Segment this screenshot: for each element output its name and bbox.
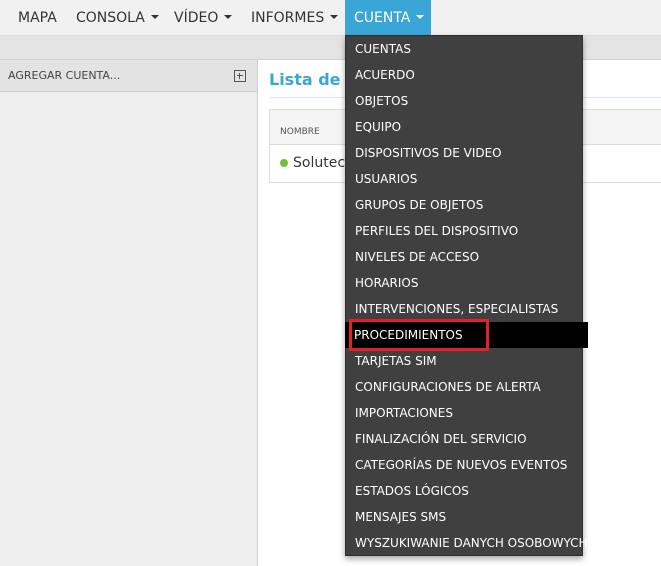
menu-item-niveles-de-acceso[interactable]: NIVELES DE ACCESO <box>346 244 582 270</box>
menu-item-mensajes-sms[interactable]: MENSAJES SMS <box>346 504 582 530</box>
status-dot-icon <box>280 159 288 167</box>
menu-item-estados-logicos[interactable]: ESTADOS LÓGICOS <box>346 478 582 504</box>
nav-item-label: MAPA <box>18 10 57 26</box>
nav-item-cuenta[interactable]: CUENTA <box>345 0 431 36</box>
caret-down-icon <box>224 15 233 19</box>
menu-item-acuerdo[interactable]: ACUERDO <box>346 62 582 88</box>
nav-item-mapa[interactable]: MAPA <box>10 0 65 36</box>
plus-square-icon[interactable] <box>234 70 246 82</box>
menu-item-objetos[interactable]: OBJETOS <box>346 88 582 114</box>
menu-item-wyszukiwanie-danych-osobowych[interactable]: WYSZUKIWANIE DANYCH OSOBOWYCH <box>346 530 588 556</box>
add-account-label[interactable]: AGREGAR CUENTA... <box>8 69 120 82</box>
menu-item-dispositivos-de-video[interactable]: DISPOSITIVOS DE VIDEO <box>346 140 582 166</box>
nav-item-label: INFORMES <box>251 10 325 26</box>
caret-down-icon <box>416 15 425 19</box>
caret-down-icon <box>330 15 339 19</box>
menu-item-configuraciones-de-alerta[interactable]: CONFIGURACIONES DE ALERTA <box>346 374 582 400</box>
menu-item-equipo[interactable]: EQUIPO <box>346 114 582 140</box>
caret-down-icon <box>150 15 159 19</box>
menu-item-finalizacion-del-servicio[interactable]: FINALIZACIÓN DEL SERVICIO <box>346 426 582 452</box>
menu-item-tarjetas-sim[interactable]: TARJETAS SIM <box>346 348 582 374</box>
menu-item-procedimientos[interactable]: PROCEDIMIENTOS <box>345 322 588 348</box>
menu-item-importaciones[interactable]: IMPORTACIONES <box>346 400 582 426</box>
menu-item-perfiles-del-dispositivo[interactable]: PERFILES DEL DISPOSITIVO <box>346 218 582 244</box>
nav-item-consola[interactable]: CONSOLA <box>68 0 167 36</box>
menu-item-horarios[interactable]: HORARIOS <box>346 270 582 296</box>
sidebar: AGREGAR CUENTA... <box>0 60 258 566</box>
nav-item-label: CUENTA <box>354 10 411 26</box>
row-name: Solutec <box>293 155 346 171</box>
page-title: Lista de c <box>269 70 356 89</box>
nav-item-label: VÍDEO <box>174 10 219 26</box>
menu-item-cuentas[interactable]: CUENTAS <box>346 36 582 62</box>
menu-item-categorias-de-nuevos-eventos[interactable]: CATEGORÍAS DE NUEVOS EVENTOS <box>346 452 582 478</box>
menu-item-usuarios[interactable]: USUARIOS <box>346 166 582 192</box>
nav-item-video[interactable]: VÍDEO <box>166 0 240 36</box>
nav-item-informes[interactable]: INFORMES <box>243 0 346 36</box>
cuenta-dropdown-menu: CUENTAS ACUERDO OBJETOS EQUIPO DISPOSITI… <box>345 35 588 556</box>
nav-item-label: CONSOLA <box>76 10 145 26</box>
menu-item-grupos-de-objetos[interactable]: GRUPOS DE OBJETOS <box>346 192 582 218</box>
sidebar-header: AGREGAR CUENTA... <box>0 60 257 92</box>
column-header-nombre[interactable]: NOMBRE <box>280 127 320 137</box>
menu-item-intervenciones[interactable]: INTERVENCIONES, ESPECIALISTAS <box>346 296 582 322</box>
top-navbar: MAPA CONSOLA VÍDEO INFORMES CUENTA <box>0 0 661 36</box>
